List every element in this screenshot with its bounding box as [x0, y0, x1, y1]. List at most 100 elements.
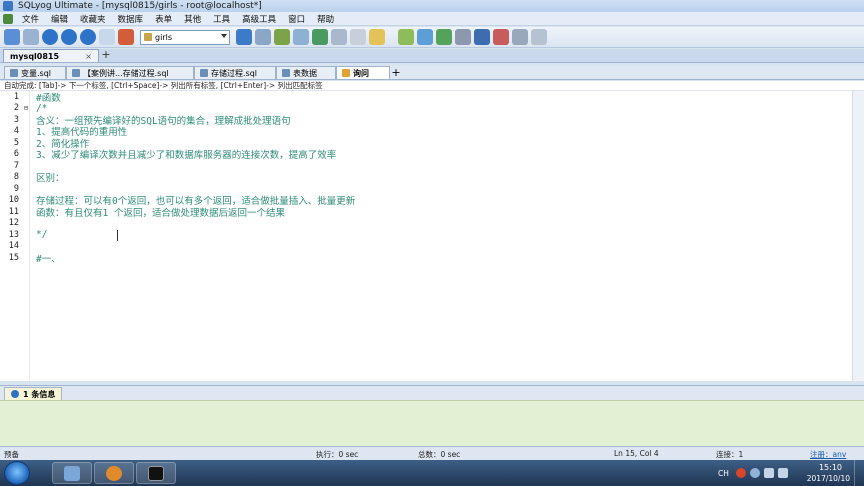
query-editor[interactable]: 1 #函数 2 ⊟/* 3 含义：一组预先编译好的SQL语句的集合，理解成批处理语句 … [0, 91, 852, 381]
status-register-link[interactable]: 注册：anv [810, 449, 846, 460]
line-number: 14 [8, 241, 19, 252]
editor-line: 13 */ [0, 229, 852, 241]
menu-help[interactable]: 帮助 [312, 13, 341, 25]
sql-file-icon [200, 69, 208, 77]
code-text: */ [36, 229, 48, 241]
tab-variables-sql[interactable]: 变量.sql [4, 66, 66, 79]
firefox-icon [106, 466, 122, 481]
execute-icon[interactable] [42, 29, 58, 45]
system-tray: CH 15:10 2017/10/10 [694, 460, 864, 486]
query-builder-icon[interactable] [474, 29, 490, 45]
line-number: 3 [13, 114, 19, 125]
editor-line: 6 3、减少了编译次数并且减少了和数据库服务器的连接次数，提高了效率 [0, 149, 852, 161]
tab-query[interactable]: 询问 [336, 66, 390, 79]
compare-icon[interactable] [436, 29, 452, 45]
menu-window[interactable]: 窗口 [283, 13, 312, 25]
backup-icon[interactable] [274, 29, 290, 45]
taskbar-cmd[interactable] [136, 462, 176, 484]
chevron-down-icon [221, 33, 227, 38]
sql-file-icon [72, 69, 80, 77]
query-tab-bar: 变量.sql 【案例讲...存储过程.sql 存储过程.sql 表数据 询问 + [0, 66, 864, 80]
add-connection-tab-button[interactable]: + [99, 49, 113, 62]
tab-label: 【案例讲...存储过程.sql [83, 68, 169, 78]
export-icon[interactable] [331, 29, 347, 45]
line-number: 1 [13, 91, 19, 102]
editor-line: 1 #函数 [0, 91, 852, 104]
restore-icon[interactable] [293, 29, 309, 45]
start-button-icon[interactable] [4, 461, 30, 485]
connect-icon[interactable] [23, 29, 39, 45]
window-title: SQLyog Ultimate - [mysql0815/girls - roo… [18, 1, 262, 11]
flag-icon[interactable] [764, 468, 774, 478]
editor-line: 3 含义：一组预先编译好的SQL语句的集合，理解成批处理语句 [0, 114, 852, 127]
command-prompt-icon [148, 466, 164, 481]
line-number: 11 [8, 206, 19, 217]
migrate-icon[interactable] [417, 29, 433, 45]
menu-tools[interactable]: 工具 [208, 13, 237, 25]
status-connections: 连接：1 [716, 450, 744, 459]
sync-icon[interactable] [398, 29, 414, 45]
tab-label: 询问 [353, 68, 369, 78]
line-number: 9 [13, 183, 19, 194]
tab-label: 存储过程.sql [211, 68, 258, 78]
tab-table-data[interactable]: 表数据 [276, 66, 336, 79]
tab-case-procedure-sql[interactable]: 【案例讲...存储过程.sql [66, 66, 194, 79]
line-number: 10 [8, 195, 19, 206]
database-select-value: girls [155, 32, 172, 42]
line-number: 7 [13, 160, 19, 171]
results-tab-label: 1 条信息 [23, 389, 56, 399]
table-diagnostics-icon[interactable] [350, 29, 366, 45]
line-number: 4 [13, 126, 19, 137]
windows-taskbar: CH 15:10 2017/10/10 [0, 460, 864, 486]
user-manager-icon[interactable] [236, 29, 252, 45]
line-number: 8 [13, 172, 19, 183]
taskbar-sqlyog[interactable] [52, 462, 92, 484]
connection-tab-bar: mysql0815 × + [0, 49, 864, 63]
connection-tab[interactable]: mysql0815 × [3, 49, 99, 62]
tab-messages[interactable]: 1 条信息 [4, 387, 63, 400]
menu-favorites[interactable]: 收藏夹 [75, 13, 113, 25]
add-query-tab-button[interactable]: + [390, 67, 402, 79]
menu-file[interactable]: 文件 [17, 13, 46, 25]
schema-icon[interactable] [255, 29, 271, 45]
menu-other[interactable]: 其他 [179, 13, 208, 25]
line-number: 5 [13, 137, 19, 148]
toolbar: girls [0, 27, 864, 48]
editor-vertical-scrollbar[interactable] [852, 91, 864, 381]
tab-label: 表数据 [293, 68, 317, 78]
favorites-icon[interactable] [118, 29, 134, 45]
new-connection-icon[interactable] [4, 29, 20, 45]
show-desktop-button[interactable] [854, 460, 864, 486]
notes-icon[interactable] [369, 29, 385, 45]
clock-time[interactable]: 15:10 [819, 463, 842, 472]
autocomplete-hint: 自动完成: [Tab]-> 下一个标签, [Ctrl+Space]-> 列出所有… [0, 81, 864, 91]
taskbar-firefox[interactable] [94, 462, 134, 484]
input-language-indicator[interactable]: CH [718, 469, 729, 478]
stop-icon[interactable] [80, 29, 96, 45]
profiler-icon[interactable] [512, 29, 528, 45]
tab-stored-procedure-sql[interactable]: 存储过程.sql [194, 66, 276, 79]
menu-edit[interactable]: 编辑 [46, 13, 75, 25]
editor-line: 15 #一、 [0, 252, 852, 265]
results-pane[interactable] [0, 400, 864, 446]
menu-table[interactable]: 表单 [150, 13, 179, 25]
close-icon[interactable]: × [85, 52, 92, 61]
menu-advanced-tools[interactable]: 高级工具 [237, 13, 283, 25]
menu-database[interactable]: 数据库 [113, 13, 151, 25]
database-select[interactable]: girls [140, 29, 230, 45]
clock-date[interactable]: 2017/10/10 [807, 474, 850, 483]
schema-designer-icon[interactable] [493, 29, 509, 45]
scheduled-jobs-icon[interactable] [455, 29, 471, 45]
settings-icon[interactable] [531, 29, 547, 45]
editor-line: 11 函数：有且仅有1 个返回，适合做处理数据后返回一个结果 [0, 206, 852, 219]
results-tab-bar: 1 条信息 [0, 385, 864, 400]
editor-line: 4 1、提高代码的重用性 [0, 126, 852, 138]
window-menu-icon[interactable] [3, 13, 13, 24]
keyboard-icon[interactable] [750, 468, 760, 478]
import-icon[interactable] [312, 29, 328, 45]
execute-all-icon[interactable] [61, 29, 77, 45]
sogou-input-icon[interactable] [736, 468, 746, 478]
volume-icon[interactable] [778, 468, 788, 478]
fold-collapse-icon[interactable]: ⊟ [22, 104, 30, 112]
refresh-icon[interactable] [99, 29, 115, 45]
